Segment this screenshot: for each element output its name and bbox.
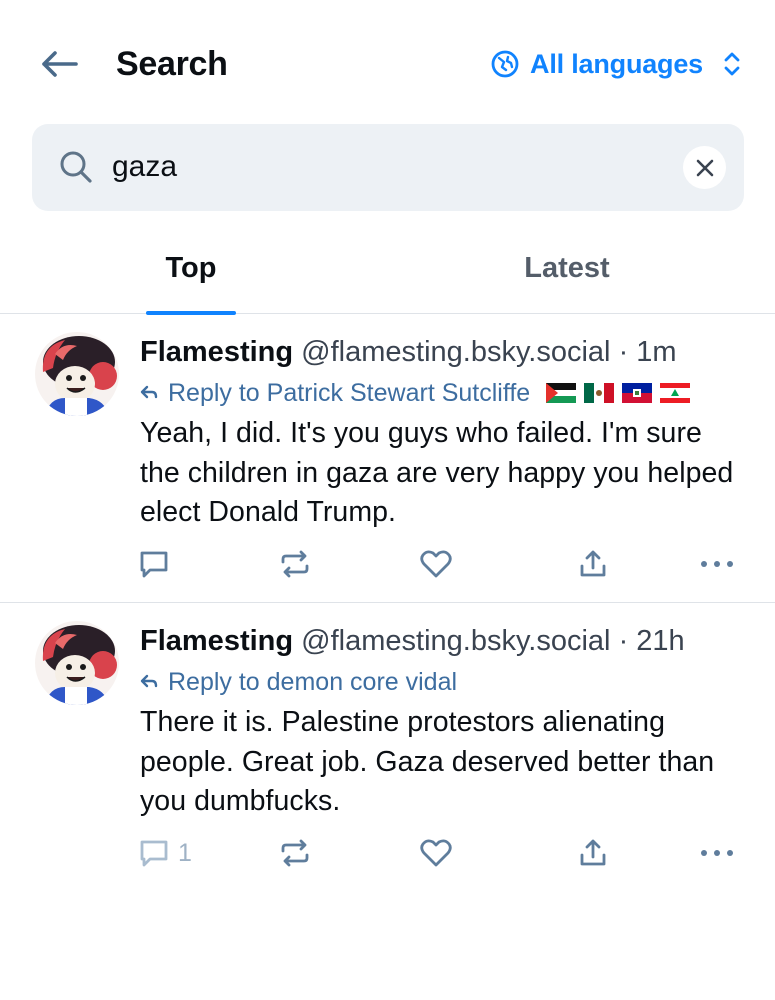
- post-actions: 1: [0, 833, 775, 873]
- close-icon: [696, 159, 713, 176]
- like-button[interactable]: [419, 544, 453, 584]
- tab-latest-label: Latest: [524, 252, 610, 284]
- post-header: Flamesting @flamesting.bsky.social · 1m: [140, 332, 760, 372]
- post-actions: [0, 544, 775, 584]
- flag-emojis: [546, 383, 691, 403]
- reply-button[interactable]: 1: [138, 833, 192, 873]
- tab-top[interactable]: Top: [146, 244, 236, 315]
- heart-icon: [420, 550, 452, 578]
- more-dots-icon: [701, 850, 733, 856]
- reply-to-link[interactable]: Reply to demon core vidal: [168, 668, 457, 697]
- search-input[interactable]: [112, 142, 672, 192]
- post-text: There it is. Palestine protestors aliena…: [140, 706, 715, 817]
- like-button[interactable]: [419, 833, 453, 873]
- tab-top-label: Top: [165, 252, 217, 284]
- search-icon: [60, 151, 92, 183]
- reply-arrow-icon: [140, 674, 158, 688]
- author-handle[interactable]: @flamesting.bsky.social: [301, 336, 610, 368]
- reply-context: Reply to demon core vidal: [140, 665, 457, 699]
- reply-to-link[interactable]: Reply to Patrick Stewart Sutcliffe: [168, 379, 530, 408]
- header: Search All languages: [0, 0, 775, 125]
- lebanon-flag-icon: [660, 383, 691, 403]
- repost-icon: [281, 839, 309, 867]
- more-dots-icon: [701, 561, 733, 567]
- post-item[interactable]: Flamesting @flamesting.bsky.social · 1m …: [0, 314, 775, 603]
- repost-button[interactable]: [278, 833, 312, 873]
- tab-bar: Top Latest: [0, 230, 775, 315]
- author-handle[interactable]: @flamesting.bsky.social: [301, 625, 610, 657]
- more-options-button[interactable]: [700, 544, 734, 584]
- tab-latest[interactable]: Latest: [505, 244, 629, 314]
- reply-arrow-icon: [140, 385, 158, 399]
- share-icon: [580, 839, 606, 866]
- language-icon: [491, 50, 519, 78]
- heart-icon: [420, 839, 452, 867]
- back-button[interactable]: [36, 42, 82, 86]
- share-button[interactable]: [577, 833, 609, 873]
- avatar-image: [35, 621, 119, 705]
- author-name[interactable]: Flamesting: [140, 625, 293, 657]
- repost-icon: [281, 550, 309, 578]
- post-time[interactable]: · 1m: [619, 336, 677, 368]
- reply-count: 1: [178, 838, 192, 867]
- comment-icon: [140, 551, 168, 578]
- reply-context: Reply to Patrick Stewart Sutcliffe: [140, 376, 691, 410]
- repost-button[interactable]: [278, 544, 312, 584]
- reply-button[interactable]: [138, 544, 170, 584]
- page-title: Search: [116, 45, 228, 83]
- comment-icon: [140, 840, 168, 867]
- post-text: Yeah, I did. It's you guys who failed. I…: [140, 417, 734, 528]
- mexico-flag-icon: [584, 383, 615, 403]
- share-button[interactable]: [577, 544, 609, 584]
- arrow-left-icon: [42, 51, 78, 77]
- search-bar: [32, 124, 744, 211]
- palestine-flag-icon: [546, 383, 577, 403]
- author-name[interactable]: Flamesting: [140, 336, 293, 368]
- clear-search-button[interactable]: [683, 146, 726, 189]
- avatar[interactable]: [35, 332, 119, 416]
- avatar-image: [35, 332, 119, 416]
- post-item[interactable]: Flamesting @flamesting.bsky.social · 21h…: [0, 603, 775, 893]
- more-options-button[interactable]: [700, 833, 734, 873]
- share-icon: [580, 550, 606, 577]
- post-time[interactable]: · 21h: [619, 625, 685, 657]
- haiti-flag-icon: [622, 383, 653, 403]
- language-selector[interactable]: All languages: [490, 42, 743, 86]
- avatar[interactable]: [35, 621, 119, 705]
- chevron-up-down-icon: [724, 52, 740, 76]
- post-header: Flamesting @flamesting.bsky.social · 21h: [140, 621, 760, 661]
- language-label: All languages: [530, 48, 703, 79]
